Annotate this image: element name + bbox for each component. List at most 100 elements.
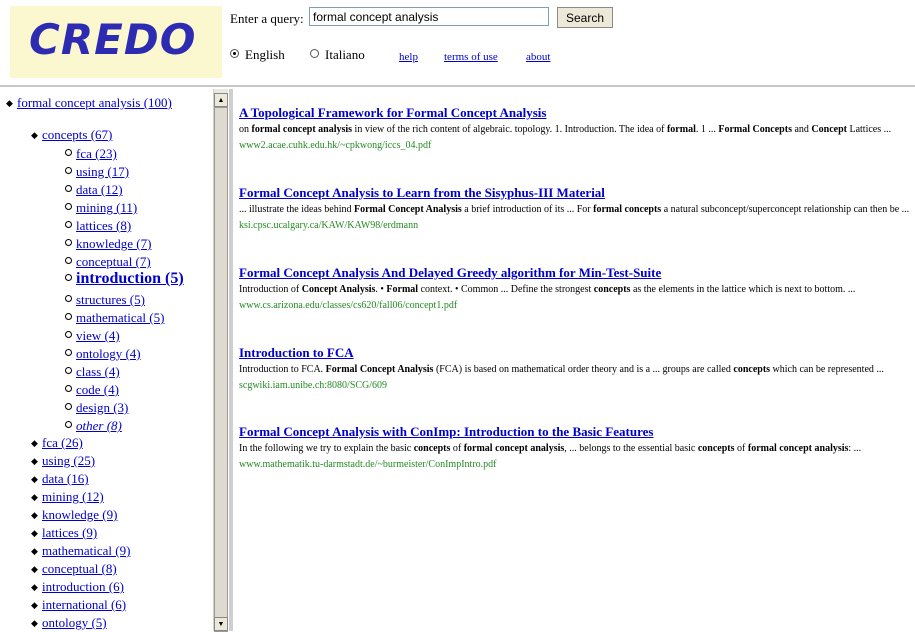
circle-bullet-icon [65,313,72,320]
bullet-icon: ◆ [31,510,38,520]
tree-node-concepts-link[interactable]: concepts (67) [42,127,112,142]
result-title-link[interactable]: Introduction to FCA [239,345,913,361]
header-divider [0,85,915,87]
help-link[interactable]: help [399,51,418,63]
tree-child-link[interactable]: ontology (4) [76,346,141,361]
result-url: ksi.cpsc.ucalgary.ca/KAW/KAW98/erdmann [239,220,419,231]
tree-child-item: class (4) [65,364,120,380]
bullet-icon: ◆ [31,130,38,140]
tree-child-item: introduction (5) [65,270,184,288]
circle-bullet-icon [65,349,72,356]
tree-sibling-item: ◆ using (25) [31,453,95,469]
tree-child-item: other (8) [65,418,122,434]
bullet-icon: ◆ [31,456,38,466]
tree-sibling-link[interactable]: fca (26) [42,435,83,450]
search-button[interactable]: Search [557,7,613,28]
logo-text: CREDO [29,15,197,64]
tree-sibling-item: ◆ knowledge (9) [31,507,117,523]
circle-bullet-icon [65,403,72,410]
tree-child-link[interactable]: using (17) [76,164,129,179]
result-item: Formal Concept Analysis to Learn from th… [239,185,913,234]
tree-sibling-link[interactable]: introduction (6) [42,579,124,594]
result-title-link[interactable]: Formal Concept Analysis to Learn from th… [239,185,913,201]
about-link[interactable]: about [526,51,550,63]
tree-child-link[interactable]: code (4) [76,382,119,397]
tree-child-link[interactable]: lattices (8) [76,218,131,233]
tree-child-link[interactable]: design (3) [76,400,128,415]
result-snippet: Introduction to FCA. Formal Concept Anal… [239,364,884,375]
tree-sibling-link[interactable]: data (16) [42,471,89,486]
bullet-icon: ◆ [31,564,38,574]
bullet-icon: ◆ [31,618,38,628]
tree-child-link[interactable]: introduction (5) [76,270,184,287]
scrollbar-thumb[interactable] [214,107,228,632]
tree-child-link[interactable]: mathematical (5) [76,310,164,325]
tree-child-item: fca (23) [65,146,117,162]
result-item: A Topological Framework for Formal Conce… [239,105,913,154]
sidebar-scrollbar[interactable]: ▲ ▼ [213,89,228,632]
result-title-link[interactable]: Formal Concept Analysis And Delayed Gree… [239,265,913,281]
radio-unchecked-icon[interactable] [310,49,319,58]
tree-sibling-link[interactable]: mining (12) [42,489,104,504]
language-radio-english[interactable]: English [230,47,285,63]
tree-child-link[interactable]: view (4) [76,328,120,343]
bullet-icon: ◆ [31,582,38,592]
tree-child-link[interactable]: structures (5) [76,292,145,307]
circle-bullet-icon [65,185,72,192]
result-item: Formal Concept Analysis And Delayed Gree… [239,265,913,314]
result-snippet: Introduction of Concept Analysis. • Form… [239,284,856,295]
bullet-icon: ◆ [6,98,13,108]
tree-sibling-link[interactable]: mathematical (9) [42,543,130,558]
circle-bullet-icon [65,257,72,264]
result-url: www2.acae.cuhk.edu.hk/~cpkwong/iccs_04.p… [239,140,432,151]
scroll-up-arrow-icon[interactable]: ▲ [214,93,228,107]
bullet-icon: ◆ [31,492,38,502]
result-snippet: In the following we try to explain the b… [239,443,862,454]
tree-sibling-link[interactable]: knowledge (9) [42,507,117,522]
scroll-down-arrow-icon[interactable]: ▼ [214,617,228,631]
result-title-link[interactable]: Formal Concept Analysis with ConImp: Int… [239,424,913,440]
tree-child-item: knowledge (7) [65,236,151,252]
search-input[interactable] [309,7,549,26]
circle-bullet-icon [65,203,72,210]
tree-sibling-item: ◆ international (6) [31,597,126,613]
bullet-icon: ◆ [31,474,38,484]
cluster-tree: ◆ formal concept analysis (100) ◆ concepts… [0,89,212,631]
tree-child-item: code (4) [65,382,119,398]
tree-child-item: design (3) [65,400,128,416]
result-item: Introduction to FCA Introduction to FCA. … [239,345,913,394]
circle-bullet-icon [65,221,72,228]
circle-bullet-icon [65,331,72,338]
tree-root: ◆ formal concept analysis (100) [6,95,172,111]
tree-sibling-link[interactable]: international (6) [42,597,126,612]
tree-child-item: mathematical (5) [65,310,164,326]
tree-sibling-link[interactable]: ontology (5) [42,615,107,630]
tree-sibling-link[interactable]: conceptual (8) [42,561,117,576]
tree-child-item: using (17) [65,164,129,180]
radio-checked-icon[interactable] [230,49,239,58]
result-title-link[interactable]: A Topological Framework for Formal Conce… [239,105,913,121]
tree-sibling-item: ◆ ontology (5) [31,615,107,631]
circle-bullet-icon [65,421,72,428]
tree-child-link[interactable]: knowledge (7) [76,236,151,251]
tree-child-item: lattices (8) [65,218,131,234]
tree-child-item: structures (5) [65,292,145,308]
tree-child-link[interactable]: data (12) [76,182,123,197]
language-radio-italiano[interactable]: Italiano [310,47,365,63]
result-item: Formal Concept Analysis with ConImp: Int… [239,424,913,473]
tree-child-link[interactable]: conceptual (7) [76,254,151,269]
header: CREDO Enter a query: Search English Ital… [0,0,915,84]
tree-child-link[interactable]: fca (23) [76,146,117,161]
tree-sibling-link[interactable]: using (25) [42,453,95,468]
tree-sibling-link[interactable]: lattices (9) [42,525,97,540]
tree-child-link[interactable]: mining (11) [76,200,137,215]
tree-child-item: data (12) [65,182,123,198]
result-url: scgwiki.iam.unibe.ch:8080/SCG/609 [239,380,388,391]
circle-bullet-icon [65,149,72,156]
circle-bullet-icon [65,167,72,174]
credo-logo[interactable]: CREDO [10,6,222,78]
terms-of-use-link[interactable]: terms of use [444,51,498,63]
tree-root-link[interactable]: formal concept analysis (100) [17,95,172,110]
tree-child-link[interactable]: class (4) [76,364,120,379]
tree-child-link[interactable]: other (8) [76,418,122,433]
